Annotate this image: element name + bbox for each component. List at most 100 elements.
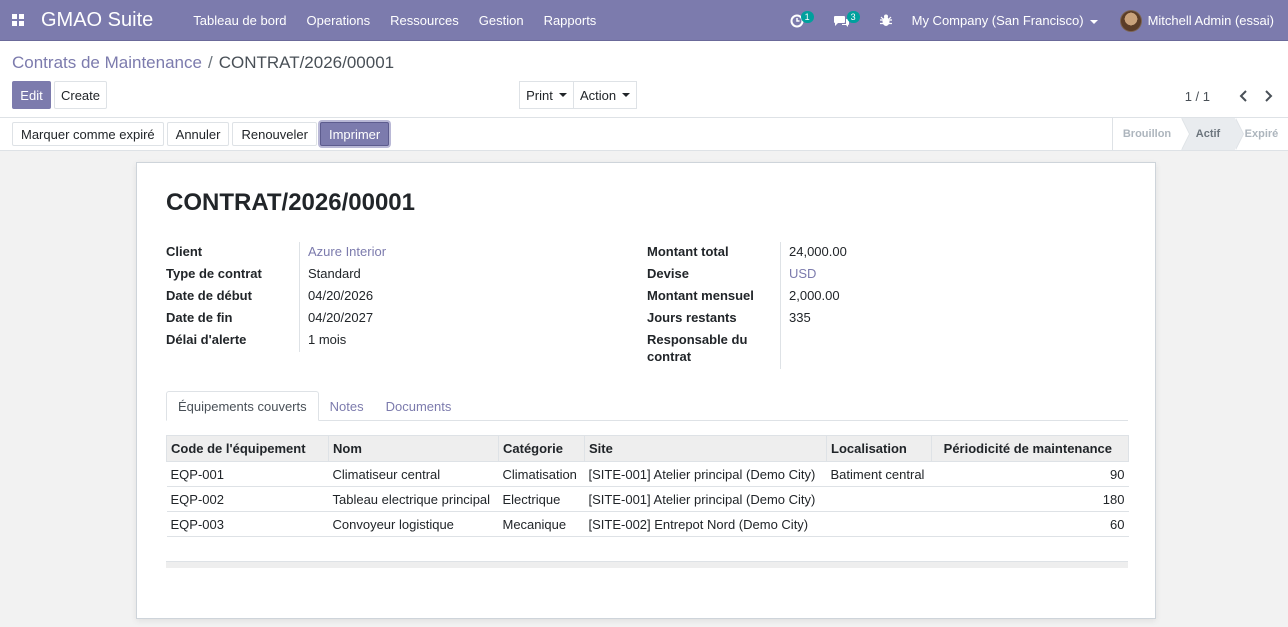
field-start-date: Date de début 04/20/2026 [166,286,626,308]
menu-gestion[interactable]: Gestion [479,13,524,28]
table-cell: Batiment central [826,461,932,487]
tab-documents[interactable]: Documents [375,391,463,421]
field-label: Devise [647,264,781,286]
table-cell: EQP-001 [166,461,329,487]
tab-notes[interactable]: Notes [319,391,375,421]
field-value: 04/20/2026 [308,288,374,303]
field-contract-type: Type de contrat Standard [166,264,626,286]
stage-draft[interactable]: Brouillon [1113,118,1190,150]
field-label: Responsable du contrat [647,330,781,369]
user-menu[interactable]: Mitchell Admin (essai) [1119,9,1274,32]
field-label: Montant mensuel [647,286,781,308]
field-value: 1 mois [308,332,347,347]
field-value: 335 [789,310,811,325]
equipment-table-wrapper: Code de l'équipement Nom Catégorie Site … [166,435,1129,537]
table-cell: 60 [931,511,1129,537]
field-value [781,330,789,369]
activity-systray[interactable]: 1 [790,10,814,28]
column-header[interactable]: Nom [328,435,499,462]
pager-next-icon[interactable] [1260,88,1276,104]
chevron-down-icon [1089,19,1098,24]
field-label: Montant total [647,242,781,264]
print-button[interactable]: Imprimer [319,122,390,146]
tab-equipment[interactable]: Équipements couverts [166,391,319,421]
menu-tableau-de-bord[interactable]: Tableau de bord [193,13,286,28]
field-label: Date de fin [166,308,300,330]
edit-button[interactable]: Edit [12,81,51,109]
pager: 1 / 1 [1185,88,1276,104]
table-cell: Convoyeur logistique [328,511,499,537]
left-field-group: Client Azure Interior Type de contrat St… [166,242,626,352]
app-brand[interactable]: GMAO Suite [41,9,153,32]
column-header[interactable]: Localisation [826,435,932,462]
bug-icon [879,14,892,26]
chevron-down-icon [558,93,567,97]
menu-operations[interactable]: Operations [307,13,371,28]
table-cell: Climatisation [498,461,585,487]
field-value: 24,000.00 [789,244,847,259]
form-sheet: CONTRAT/2026/00001 Client Azure Interior… [136,162,1156,619]
field-label: Date de début [166,286,300,308]
table-cell: Climatiseur central [328,461,499,487]
table-cell: [SITE-001] Atelier principal (Demo City) [584,461,827,487]
renew-button[interactable]: Renouveler [232,122,317,146]
field-end-date: Date de fin 04/20/2027 [166,308,626,330]
breadcrumb-parent-link[interactable]: Contrats de Maintenance [12,53,202,72]
form-statusbar: Marquer comme expiré Annuler Renouveler … [0,118,1288,151]
statusbar-buttons: Marquer comme expiré Annuler Renouveler … [12,122,390,146]
status-stages: Brouillon Actif Expiré [1112,118,1288,150]
menu-rapports[interactable]: Rapports [544,13,597,28]
table-row[interactable]: EQP-001 Climatiseur central Climatisatio… [166,461,1129,487]
activity-count-badge: 1 [800,10,814,23]
field-value: 04/20/2027 [308,310,374,325]
column-header[interactable]: Catégorie [498,435,585,462]
column-header[interactable]: Périodicité de maintenance [931,435,1129,462]
table-cell: 180 [931,486,1129,512]
debug-systray[interactable] [879,14,892,27]
field-currency: Devise USD [647,264,1107,286]
print-label: Print [526,87,553,103]
breadcrumb: Contrats de Maintenance / CONTRAT/2026/000… [12,53,394,73]
right-field-group: Montant total 24,000.00 Devise USD Monta… [647,242,1107,369]
breadcrumb-separator: / [207,53,213,72]
action-button-group: Print Action [519,81,637,109]
field-total-amount: Montant total 24,000.00 [647,242,1107,264]
create-button[interactable]: Create [54,81,107,109]
pager-value[interactable]: 1 / 1 [1185,89,1210,104]
messages-count-badge: 3 [846,10,860,23]
table-cell: [SITE-002] Entrepot Nord (Demo City) [584,511,827,537]
pager-previous-icon[interactable] [1236,88,1252,104]
table-cell: Electrique [498,486,585,512]
apps-menu-icon[interactable] [0,0,36,41]
table-footer [166,561,1128,568]
field-value: 2,000.00 [789,288,840,303]
avatar [1119,9,1142,32]
menu-ressources[interactable]: Ressources [390,13,459,28]
mark-expired-button[interactable]: Marquer comme expiré [12,122,164,146]
top-navbar: GMAO Suite Tableau de bord Operations Re… [0,0,1288,41]
table-cell: EQP-002 [166,486,329,512]
messages-systray[interactable]: 3 [833,10,860,28]
table-row[interactable]: EQP-003 Convoyeur logistique Mecanique [… [166,511,1129,537]
field-label: Délai d'alerte [166,330,300,352]
column-header[interactable]: Code de l'équipement [166,435,329,462]
chevron-down-icon [622,93,631,97]
control-panel: Contrats de Maintenance / CONTRAT/2026/000… [0,41,1288,118]
field-label: Type de contrat [166,264,300,286]
table-cell: EQP-003 [166,511,329,537]
currency-link[interactable]: USD [781,264,816,286]
company-name: My Company (San Francisco) [911,13,1084,28]
record-title: CONTRAT/2026/00001 [166,189,415,216]
client-link[interactable]: Azure Interior [300,242,386,264]
action-dropdown-button[interactable]: Action [574,81,637,109]
table-row[interactable]: EQP-002 Tableau electrique principal Ele… [166,486,1129,512]
field-client: Client Azure Interior [166,242,626,264]
print-dropdown-button[interactable]: Print [519,81,574,109]
company-switcher[interactable]: My Company (San Francisco) [912,13,1098,28]
field-value: Standard [308,266,361,281]
table-cell [826,486,932,512]
cancel-button[interactable]: Annuler [166,122,230,146]
column-header[interactable]: Site [584,435,827,462]
user-name: Mitchell Admin (essai) [1147,13,1274,28]
breadcrumb-current: CONTRAT/2026/00001 [218,53,395,72]
